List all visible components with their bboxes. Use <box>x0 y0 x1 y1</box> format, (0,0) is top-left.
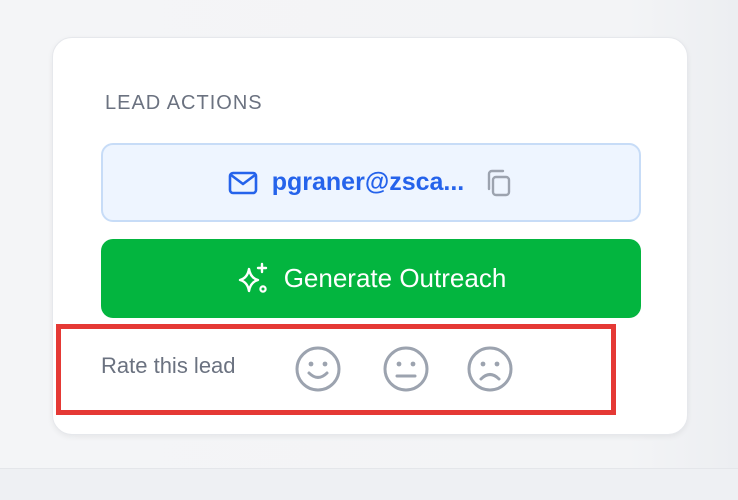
copy-icon[interactable] <box>484 168 514 198</box>
generate-outreach-button[interactable]: Generate Outreach <box>101 239 641 318</box>
email-address: pgraner@zsca... <box>271 168 465 196</box>
mail-icon <box>228 171 258 195</box>
generate-outreach-label: Generate Outreach <box>283 263 507 293</box>
rating-section: Rate this lead <box>56 324 616 415</box>
rating-label: Rate this lead <box>101 353 236 378</box>
email-button[interactable]: pgraner@zsca... <box>101 143 641 222</box>
sad-face-icon[interactable] <box>466 345 514 393</box>
section-title: LEAD ACTIONS <box>105 92 263 114</box>
happy-face-icon[interactable] <box>294 345 342 393</box>
lead-actions-card: LEAD ACTIONS pgraner@zsca... Generate Ou… <box>52 37 688 435</box>
neutral-face-icon[interactable] <box>382 345 430 393</box>
sparkles-icon <box>236 262 270 296</box>
page-footer-strip <box>0 468 738 500</box>
